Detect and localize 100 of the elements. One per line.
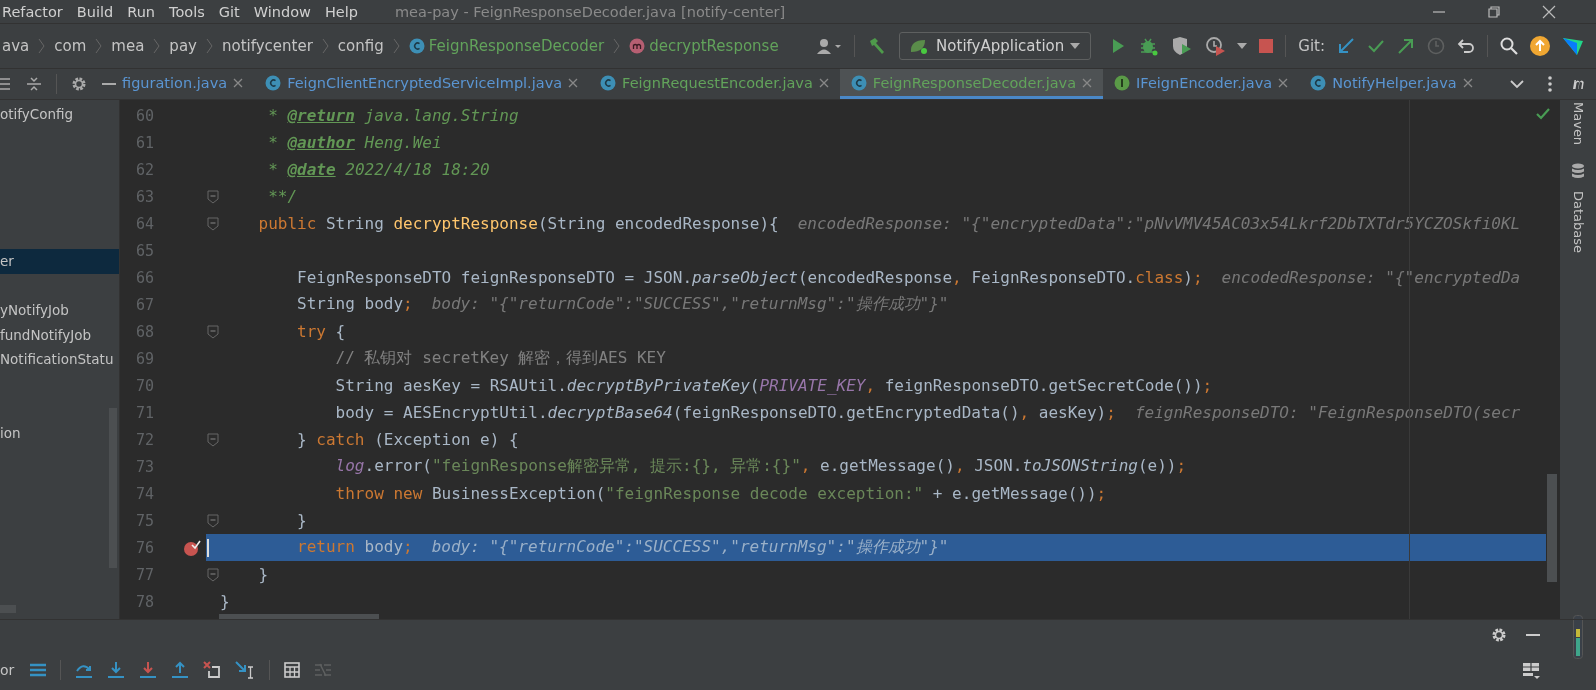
code-text: } [296,430,308,449]
fold-marker-icon[interactable] [206,567,219,582]
breadcrumb[interactable]: mea [111,37,145,55]
tree-item[interactable]: NotificationStatu [0,347,119,372]
settings-icon[interactable] [1491,627,1507,643]
maven-icon [1571,78,1585,90]
menu-item[interactable]: Window [246,3,318,20]
scrollbar-thumb[interactable] [1547,474,1557,582]
breadcrumb[interactable]: com [54,37,87,55]
breadcrumb[interactable]: config [337,37,384,55]
search-icon[interactable] [1500,37,1518,55]
code-text: } [220,592,230,611]
menu-item[interactable]: Refactor [0,3,70,20]
keyword: class [1135,268,1184,287]
code-text: { [334,322,346,341]
clock-icon[interactable] [1427,37,1445,55]
fold-marker-icon[interactable] [206,324,219,339]
editor-tab[interactable]: figuration.java [120,69,255,99]
expand-all-icon[interactable] [0,76,12,92]
code-text: String aesKey = RSAUtil. [334,376,567,395]
trace-icon[interactable] [314,663,333,677]
code-text: (encodedResponse [798,268,953,287]
line-number: 73 [134,457,154,476]
code-text: String body [296,294,404,313]
tool-window-tab[interactable]: Maven [1570,102,1586,146]
run-to-cursor-icon[interactable] [235,661,256,679]
tree-item[interactable]: ion [0,420,119,445]
restore-icon[interactable] [1487,4,1501,19]
tree-item[interactable]: yNotifyJob [0,298,119,323]
code-text: body [363,537,404,556]
chevron-down-icon[interactable] [1510,79,1524,89]
menu-item[interactable]: Help [317,3,365,20]
tree-item[interactable]: otifyConfig [0,102,119,127]
tool-window-tab[interactable]: Database [1570,191,1586,254]
user-icon[interactable] [816,37,843,55]
list-icon[interactable] [30,663,47,677]
inline-value-hint: feignResponseDTO: "FeignResponseDTO(secr [1134,403,1521,422]
close-icon[interactable] [233,77,244,88]
tree-item[interactable]: er [0,249,119,274]
run-configuration-dropdown[interactable]: NotifyApplication [899,32,1092,60]
fold-marker-icon[interactable] [206,216,219,231]
editor-tab[interactable]: FeignClientEncryptedServiceImpl.java [254,69,590,99]
keyword: , [1019,403,1030,422]
menu-item[interactable]: Git [211,3,247,20]
close-icon[interactable] [1278,77,1289,88]
close-icon[interactable] [1462,77,1473,88]
line-number: 74 [134,484,154,503]
method-icon [629,38,646,54]
upload-circle-icon[interactable] [1530,36,1550,56]
breadcrumb[interactable]: notifycenter [221,37,313,55]
close-icon[interactable] [818,77,829,88]
editor-tab[interactable]: NotifyHelper.java [1299,69,1484,99]
undo-icon[interactable] [1457,37,1475,55]
settings-icon[interactable] [71,76,87,92]
caret-icon[interactable] [1237,43,1248,49]
editor-tab[interactable]: FeignRequestEncoder.java [589,69,840,99]
line-number: 75 [134,511,154,530]
fold-marker-icon[interactable] [206,432,219,447]
menu-item[interactable]: Tools [162,3,212,20]
force-step-into-icon[interactable] [139,661,158,679]
more-icon[interactable] [1548,76,1552,92]
breadcrumb[interactable]: decryptResponse [629,37,779,55]
code-text: .error( [364,456,432,475]
collapse-all-icon[interactable] [26,76,42,92]
bug-icon[interactable] [1139,36,1160,56]
code-text: } [257,565,269,584]
tree-item[interactable]: fundNotifyJob [0,322,119,347]
line-number: 64 [134,214,154,233]
editor-tab[interactable]: IFeignEncoder.java [1103,69,1300,99]
toolbox-logo-icon[interactable] [1562,36,1584,56]
close-icon[interactable] [1542,4,1556,19]
push-arrow-icon[interactable] [1397,37,1415,55]
doc-comment: * [267,133,279,152]
breadcrumb[interactable]: ava [2,37,30,55]
profiler-icon[interactable] [1205,36,1226,56]
calculator-icon[interactable] [284,662,301,678]
line-number: 78 [134,592,154,611]
panel-tab[interactable]: or [0,662,15,678]
chevron-icon [153,38,161,54]
code-text: JSON. [973,456,1023,475]
fold-marker-icon[interactable] [206,513,219,528]
class-icon [1310,74,1327,91]
inline-value-hint: body: "{"returnCode":"SUCCESS","returnMsg":"操作成功"}" [431,537,949,556]
stop-icon[interactable] [1259,39,1274,53]
update-arrow-icon[interactable] [1337,37,1355,55]
close-icon[interactable] [568,77,579,88]
drop-frame-icon[interactable] [203,661,222,679]
breadcrumb[interactable]: pay [169,37,197,55]
menu-item[interactable]: Run [120,3,163,20]
keyword: return [296,537,355,556]
line-number: 70 [134,376,154,395]
scrollbar-thumb[interactable] [219,614,379,619]
breakpoint-icon[interactable] [183,538,201,557]
step-out-icon[interactable] [171,661,190,679]
line-number: 71 [134,403,154,422]
layout-icon[interactable] [1522,661,1540,679]
menu-item[interactable]: Build [69,3,121,20]
breadcrumb[interactable]: FeignResponseDecoder [408,37,605,55]
step-into-icon[interactable] [107,661,126,679]
fold-marker-icon[interactable] [206,189,219,204]
